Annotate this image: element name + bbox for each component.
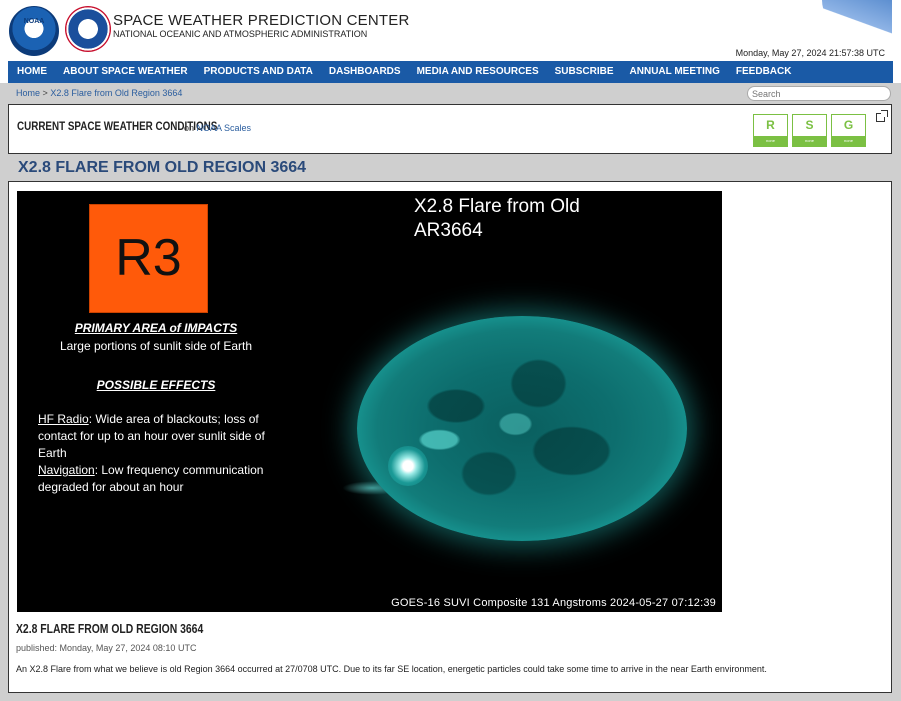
current-datetime: Monday, May 27, 2024 21:57:38 UTC: [735, 48, 885, 58]
nws-logo[interactable]: [65, 6, 111, 52]
r3-scale-badge: R3: [89, 204, 208, 313]
conditions-on: on NOAA Scales: [184, 123, 251, 133]
site-title[interactable]: SPACE WEATHER PREDICTION CENTER: [113, 12, 410, 29]
nav-media-and-resources[interactable]: MEDIA AND RESOURCES: [409, 61, 547, 83]
current-conditions-panel: CURRENT SPACE WEATHER CONDITIONS on NOAA…: [8, 104, 892, 154]
noaa-logo[interactable]: NOAA: [9, 6, 59, 56]
nav-products-and-data[interactable]: PRODUCTS AND DATA: [196, 61, 321, 83]
flare-bright-spot: [388, 446, 428, 486]
flare-image-title: X2.8 Flare from Old AR3664: [414, 195, 580, 243]
breadcrumb-separator: >: [42, 88, 48, 98]
s-scale-letter: S: [805, 118, 814, 132]
published-date: published: Monday, May 27, 2024 08:10 UT…: [16, 643, 197, 653]
nav-about-space-weather[interactable]: ABOUT SPACE WEATHER: [55, 61, 196, 83]
breadcrumb: Home > X2.8 Flare from Old Region 3664: [16, 88, 182, 98]
navigation-label: Navigation: [38, 463, 95, 477]
g-scale-box[interactable]: G none: [831, 114, 866, 147]
nav-dashboards[interactable]: DASHBOARDS: [321, 61, 409, 83]
site-header: NOAA SPACE WEATHER PREDICTION CENTER NAT…: [0, 0, 901, 60]
page-title: X2.8 FLARE FROM OLD REGION 3664: [18, 159, 307, 176]
sun-surface-texture: [357, 316, 687, 541]
impact-title: PRIMARY AREA of IMPACTS: [74, 321, 238, 335]
flare-title-line2: AR3664: [414, 220, 483, 241]
r-scale-letter: R: [766, 118, 775, 132]
conditions-on-text: on: [184, 123, 195, 133]
nav-home[interactable]: HOME: [8, 61, 55, 83]
g-scale-letter: G: [843, 118, 854, 132]
g-scale-status: none: [832, 136, 865, 146]
flare-title-line1: X2.8 Flare from Old: [414, 196, 580, 217]
s-scale-status: none: [793, 136, 826, 146]
expand-icon[interactable]: [876, 110, 888, 122]
image-caption: GOES-16 SUVI Composite 131 Angstroms 202…: [391, 597, 716, 609]
noaa-scales-link[interactable]: NOAA Scales: [197, 123, 252, 133]
r-scale-status: none: [754, 136, 787, 146]
article-title: X2.8 FLARE FROM OLD REGION 3664: [16, 621, 204, 636]
flare-infographic-image: R3 PRIMARY AREA of IMPACTS Large portion…: [17, 191, 722, 612]
nav-annual-meeting[interactable]: ANNUAL MEETING: [622, 61, 728, 83]
site-subtitle: NATIONAL OCEANIC AND ATMOSPHERIC ADMINIS…: [113, 29, 368, 39]
article-body: An X2.8 Flare from what we believe is ol…: [16, 664, 767, 674]
nav-feedback[interactable]: FEEDBACK: [728, 61, 800, 83]
hf-radio-label: HF Radio: [38, 412, 89, 426]
breadcrumb-home[interactable]: Home: [16, 88, 40, 98]
effects-text: HF Radio: Wide area of blackouts; loss o…: [38, 411, 278, 496]
breadcrumb-current[interactable]: X2.8 Flare from Old Region 3664: [50, 88, 182, 98]
main-nav: HOME ABOUT SPACE WEATHER PRODUCTS AND DA…: [8, 61, 893, 83]
sun-image: [357, 316, 687, 541]
noaa-logo-text: NOAA: [23, 18, 45, 25]
s-scale-box[interactable]: S none: [792, 114, 827, 147]
nav-subscribe[interactable]: SUBSCRIBE: [547, 61, 622, 83]
header-swoosh-graphic: [822, 0, 892, 48]
r3-badge-text: R3: [115, 229, 182, 287]
impact-text: Large portions of sunlit side of Earth: [59, 339, 253, 353]
effects-title: POSSIBLE EFFECTS: [96, 378, 216, 392]
r-scale-box[interactable]: R none: [753, 114, 788, 147]
search-input[interactable]: [747, 86, 891, 101]
